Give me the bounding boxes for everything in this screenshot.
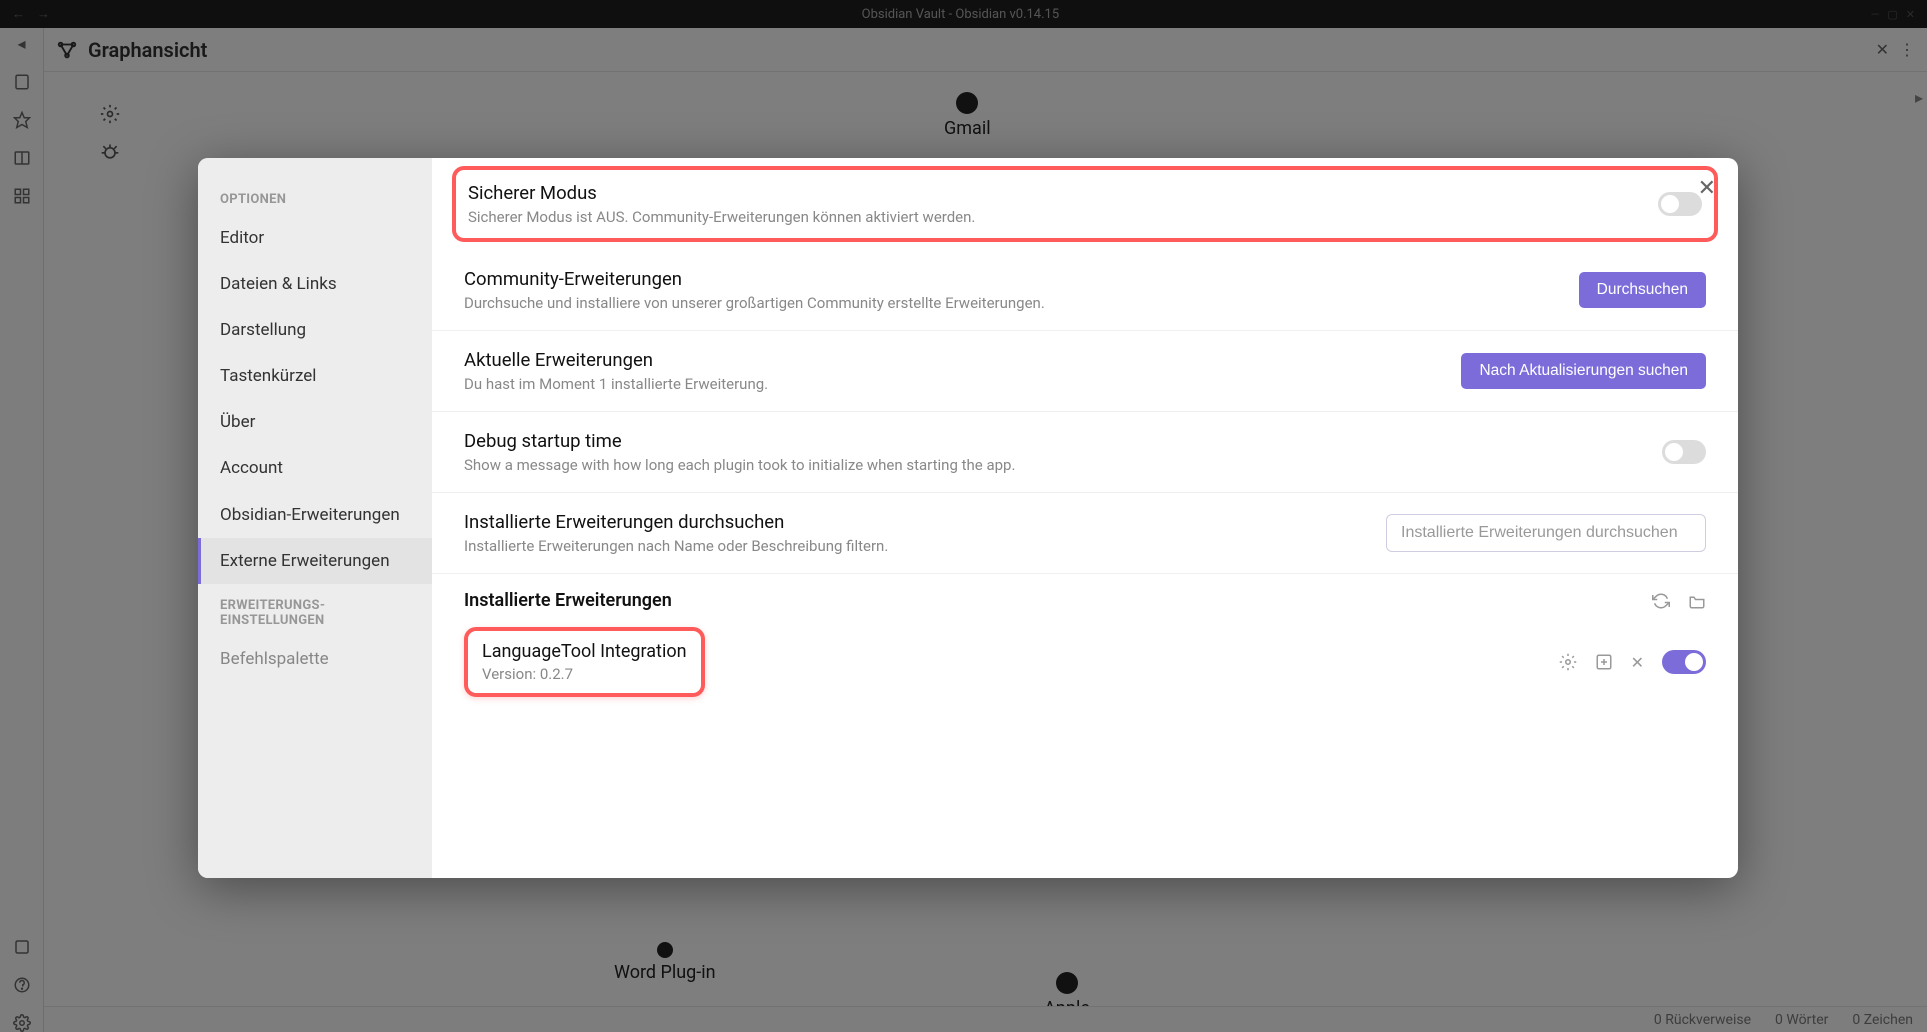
setting-title: Debug startup time [464,430,1642,452]
settings-content: ✕ Sicherer Modus Sicherer Modus ist AUS.… [432,158,1738,878]
setting-title: Community-Erweiterungen [464,268,1559,290]
close-modal-icon[interactable]: ✕ [1698,176,1716,201]
plugin-version: Version: 0.2.7 [482,665,687,683]
plugin-name: LanguageTool Integration [482,641,687,662]
setting-safe-mode: Sicherer Modus Sicherer Modus ist AUS. C… [452,166,1718,242]
folder-icon[interactable] [1688,592,1706,610]
setting-desc: Durchsuche und installiere von unserer g… [464,294,1559,312]
setting-current-plugins: Aktuelle Erweiterungen Du hast im Moment… [432,331,1738,412]
safe-mode-toggle[interactable] [1658,192,1702,216]
sidebar-item-editor[interactable]: Editor [198,215,432,261]
setting-title: Installierte Erweiterungen durchsuchen [464,511,1366,533]
sidebar-item-account[interactable]: Account [198,445,432,491]
setting-desc: Installierte Erweiterungen nach Name ode… [464,537,1366,555]
setting-desc: Du hast im Moment 1 installierte Erweite… [464,375,1441,393]
plugin-row: LanguageTool Integration Version: 0.2.7 … [432,619,1738,713]
sidebar-section-options: OPTIONEN [198,178,432,215]
setting-title: Sicherer Modus [468,182,1638,204]
sidebar-item-appearance[interactable]: Darstellung [198,307,432,353]
setting-debug-startup: Debug startup time Show a message with h… [432,412,1738,493]
installed-heading-label: Installierte Erweiterungen [464,590,672,611]
setting-title: Aktuelle Erweiterungen [464,349,1441,371]
sidebar-item-core-plugins[interactable]: Obsidian-Erweiterungen [198,492,432,538]
debug-startup-toggle[interactable] [1662,440,1706,464]
browse-button[interactable]: Durchsuchen [1579,272,1706,308]
sidebar-item-befehlspalette[interactable]: Befehlspalette [198,636,432,682]
sidebar-item-community-plugins[interactable]: Externe Erweiterungen [198,538,432,584]
settings-modal: OPTIONEN Editor Dateien & Links Darstell… [198,158,1738,878]
sidebar-section-plugin-settings: ERWEITERUNGS-EINSTELLUNGEN [198,584,432,636]
refresh-icon[interactable] [1652,592,1670,610]
setting-community-plugins: Community-Erweiterungen Durchsuche und i… [432,250,1738,331]
plugin-settings-icon[interactable] [1559,653,1577,671]
plugin-delete-icon[interactable]: ✕ [1631,653,1644,672]
sidebar-item-about[interactable]: Über [198,399,432,445]
settings-sidebar: OPTIONEN Editor Dateien & Links Darstell… [198,158,432,878]
installed-heading: Installierte Erweiterungen [432,574,1738,619]
setting-desc: Show a message with how long each plugin… [464,456,1642,474]
search-installed-input[interactable] [1386,514,1706,552]
sidebar-item-hotkeys[interactable]: Tastenkürzel [198,353,432,399]
plugin-hotkey-icon[interactable] [1595,653,1613,671]
setting-desc: Sicherer Modus ist AUS. Community-Erweit… [468,208,1638,226]
setting-search-installed: Installierte Erweiterungen durchsuchen I… [432,493,1738,574]
plugin-languagetool: LanguageTool Integration Version: 0.2.7 [464,627,705,697]
plugin-enable-toggle[interactable] [1662,650,1706,674]
sidebar-item-files-links[interactable]: Dateien & Links [198,261,432,307]
check-updates-button[interactable]: Nach Aktualisierungen suchen [1461,353,1706,389]
